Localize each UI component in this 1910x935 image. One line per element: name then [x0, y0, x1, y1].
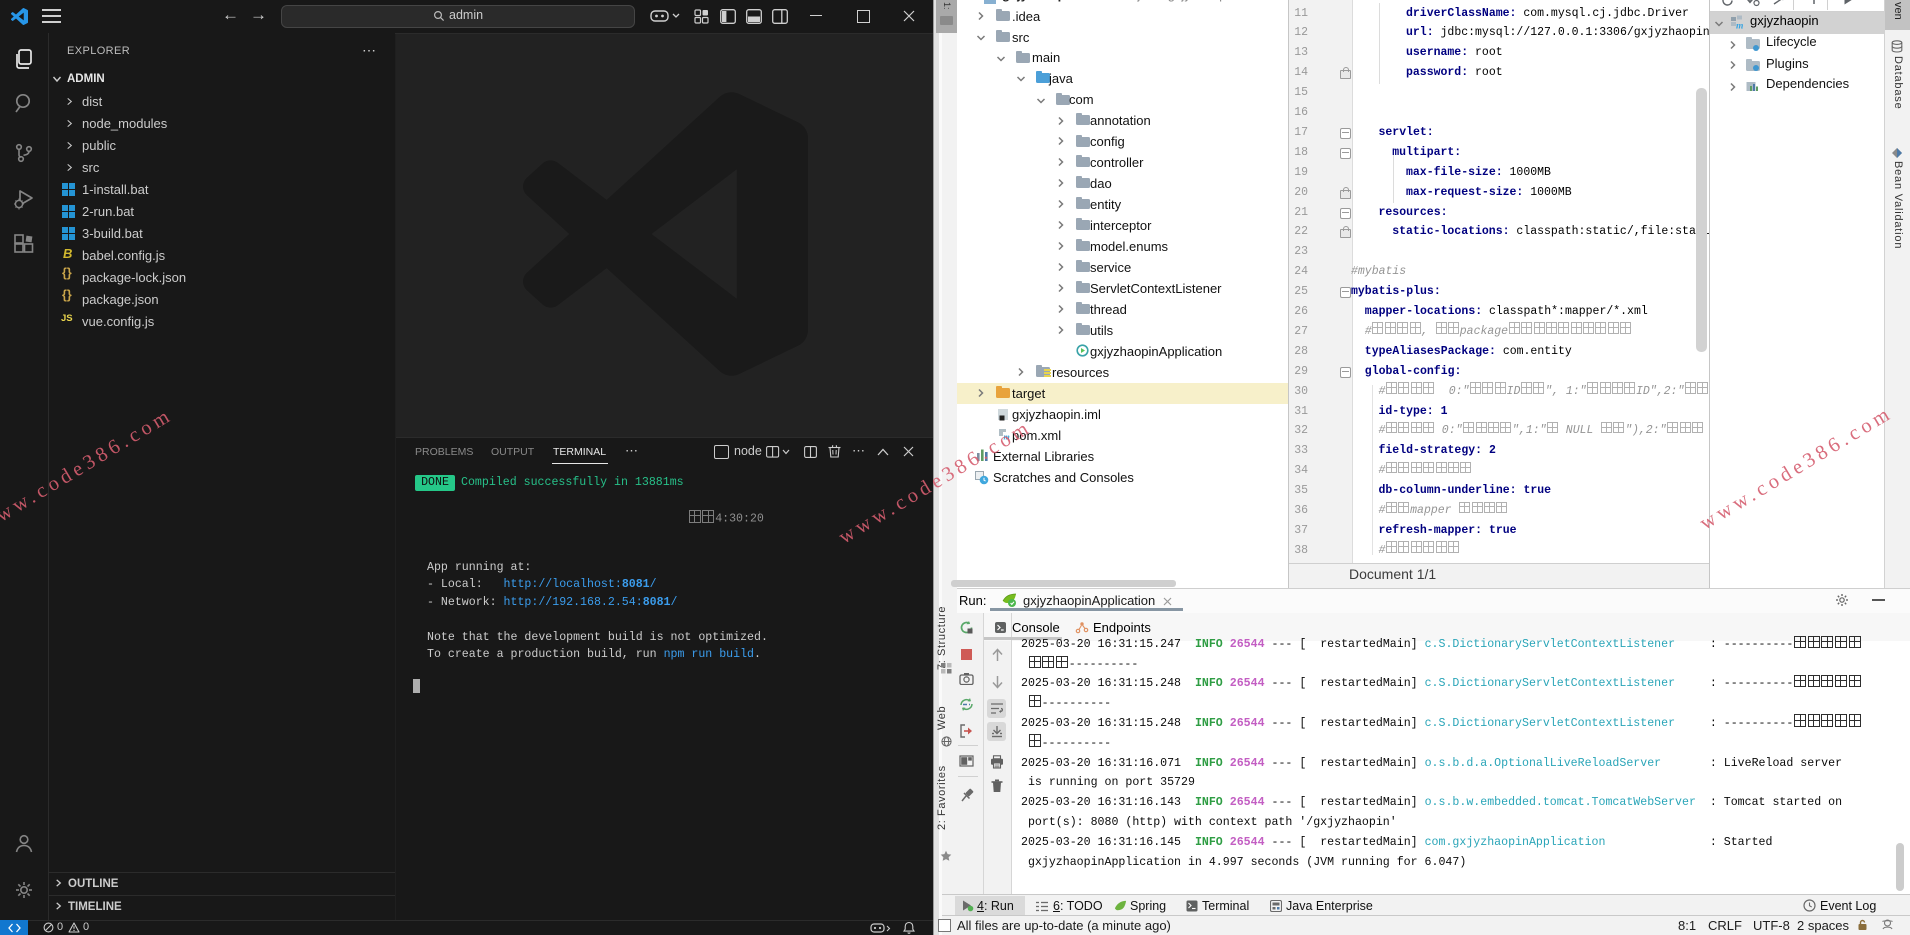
svg-text:m: m	[1736, 22, 1743, 31]
